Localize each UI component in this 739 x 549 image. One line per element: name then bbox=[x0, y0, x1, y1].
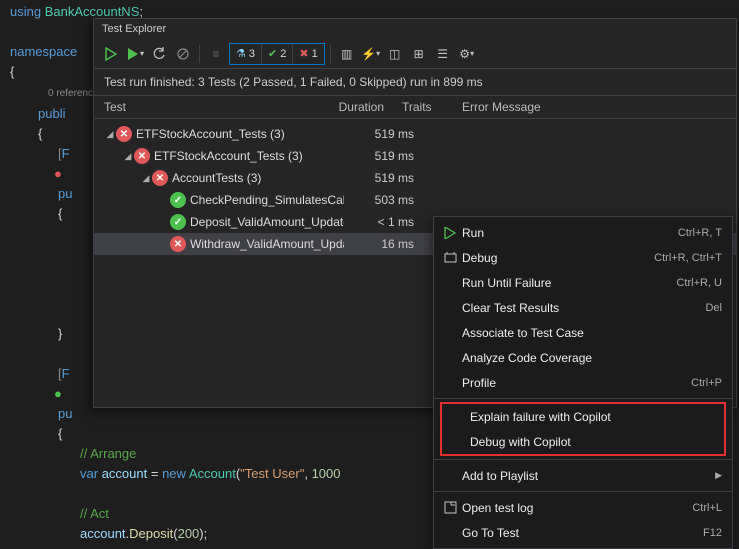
menu-shortcut: Ctrl+P bbox=[691, 377, 722, 389]
layout-icon[interactable]: ◫ bbox=[384, 43, 406, 65]
menu-shortcut: Ctrl+R, U bbox=[676, 277, 722, 289]
menu-shortcut: Ctrl+L bbox=[692, 502, 722, 514]
test-row[interactable]: ◢✕ ETFStockAccount_Tests (3)519 ms bbox=[94, 123, 736, 145]
header-test[interactable]: Test bbox=[104, 100, 314, 114]
menu-profile[interactable]: ProfileCtrl+P bbox=[434, 370, 732, 395]
test-name: AccountTests (3) bbox=[172, 171, 344, 185]
test-name: CheckPending_SimulatesCalcul… bbox=[190, 193, 344, 207]
menu-explain-failure-with-copilot[interactable]: Explain failure with Copilot bbox=[442, 404, 724, 429]
menu-label: Associate to Test Case bbox=[462, 326, 722, 340]
menu-label: Add to Playlist bbox=[462, 469, 715, 483]
menu-label: Profile bbox=[462, 376, 691, 390]
summary-pills: ⚗3 ✔2 ✖1 bbox=[229, 43, 325, 65]
filter-button[interactable]: ≡ bbox=[205, 43, 227, 65]
test-row[interactable]: ✓ CheckPending_SimulatesCalcul…503 ms bbox=[94, 189, 736, 211]
test-name: ETFStockAccount_Tests (3) bbox=[154, 149, 344, 163]
menu-label: Explain failure with Copilot bbox=[470, 410, 714, 424]
test-duration: 519 ms bbox=[344, 149, 414, 163]
debug-icon bbox=[438, 251, 462, 264]
run-all-button[interactable] bbox=[100, 43, 122, 65]
fail-icon: ✕ bbox=[152, 170, 168, 186]
pass-icon: ✓ bbox=[170, 192, 186, 208]
repeat-button[interactable] bbox=[148, 43, 170, 65]
test-name: ETFStockAccount_Tests (3) bbox=[136, 127, 344, 141]
context-menu: RunCtrl+R, TDebugCtrl+R, Ctrl+TRun Until… bbox=[433, 216, 733, 549]
run-button[interactable]: ▾ bbox=[124, 43, 146, 65]
submenu-icon: ▶ bbox=[715, 470, 722, 481]
fail-icon: ✕ bbox=[134, 148, 150, 164]
menu-label: Debug with Copilot bbox=[470, 435, 714, 449]
header-error[interactable]: Error Message bbox=[462, 100, 726, 114]
menu-shortcut: F12 bbox=[703, 527, 722, 539]
menu-label: Clear Test Results bbox=[462, 301, 705, 315]
menu-shortcut: Ctrl+R, T bbox=[678, 227, 722, 239]
menu-debug-with-copilot[interactable]: Debug with Copilot bbox=[442, 429, 724, 454]
menu-run[interactable]: RunCtrl+R, T bbox=[434, 220, 732, 245]
test-duration: 503 ms bbox=[344, 193, 414, 207]
columns-icon[interactable]: ☰ bbox=[432, 43, 454, 65]
pill-passed[interactable]: ✔2 bbox=[261, 44, 292, 64]
test-duration: 16 ms bbox=[344, 237, 414, 251]
menu-label: Open test log bbox=[462, 501, 692, 515]
test-name: Deposit_ValidAmount_Updates… bbox=[190, 215, 344, 229]
test-row[interactable]: ◢✕ ETFStockAccount_Tests (3)519 ms bbox=[94, 145, 736, 167]
menu-clear-test-results[interactable]: Clear Test ResultsDel bbox=[434, 295, 732, 320]
menu-run-until-failure[interactable]: Run Until FailureCtrl+R, U bbox=[434, 270, 732, 295]
expand-icon[interactable]: ◢ bbox=[122, 151, 134, 162]
header-duration[interactable]: Duration bbox=[314, 100, 384, 114]
menu-open-test-log[interactable]: Open test logCtrl+L bbox=[434, 495, 732, 520]
fail-icon: ✕ bbox=[116, 126, 132, 142]
test-duration: 519 ms bbox=[344, 171, 414, 185]
expand-icon[interactable]: ◢ bbox=[104, 129, 116, 140]
lightning-icon[interactable]: ⚡▾ bbox=[360, 43, 382, 65]
menu-go-to-test[interactable]: Go To TestF12 bbox=[434, 520, 732, 545]
panel-title: Test Explorer bbox=[94, 19, 736, 39]
playlist-icon[interactable]: ▥ bbox=[336, 43, 358, 65]
pill-failed[interactable]: ✖1 bbox=[292, 44, 323, 64]
expand-icon[interactable]: ◢ bbox=[140, 173, 152, 184]
header-traits[interactable]: Traits bbox=[402, 100, 462, 114]
status-line: Test run finished: 3 Tests (2 Passed, 1 … bbox=[94, 69, 736, 96]
toolbar: ▾ ≡ ⚗3 ✔2 ✖1 ▥ ⚡▾ ◫ ⊞ ☰ ⚙▾ bbox=[94, 39, 736, 69]
menu-debug[interactable]: DebugCtrl+R, Ctrl+T bbox=[434, 245, 732, 270]
menu-add-to-playlist[interactable]: Add to Playlist▶ bbox=[434, 463, 732, 488]
menu-label: Go To Test bbox=[462, 526, 703, 540]
menu-shortcut: Del bbox=[705, 302, 722, 314]
fail-icon: ✕ bbox=[170, 236, 186, 252]
menu-associate-to-test-case[interactable]: Associate to Test Case bbox=[434, 320, 732, 345]
openlog-icon bbox=[438, 501, 462, 514]
play-icon bbox=[438, 227, 462, 239]
pass-icon: ✓ bbox=[170, 214, 186, 230]
test-name: Withdraw_ValidAmount_Update… bbox=[190, 237, 344, 251]
copilot-highlight: Explain failure with Copilot Debug with C… bbox=[440, 402, 726, 456]
menu-label: Run Until Failure bbox=[462, 276, 676, 290]
test-row[interactable]: ◢✕ AccountTests (3)519 ms bbox=[94, 167, 736, 189]
menu-label: Run bbox=[462, 226, 678, 240]
menu-shortcut: Ctrl+R, Ctrl+T bbox=[654, 252, 722, 264]
menu-label: Debug bbox=[462, 251, 654, 265]
settings-icon[interactable]: ⚙▾ bbox=[456, 43, 478, 65]
stop-button[interactable] bbox=[172, 43, 194, 65]
menu-analyze-code-coverage[interactable]: Analyze Code Coverage bbox=[434, 345, 732, 370]
pill-total[interactable]: ⚗3 bbox=[230, 44, 261, 64]
column-headers: Test Duration Traits Error Message bbox=[94, 96, 736, 119]
group-icon[interactable]: ⊞ bbox=[408, 43, 430, 65]
menu-label: Analyze Code Coverage bbox=[462, 351, 722, 365]
test-duration: 519 ms bbox=[344, 127, 414, 141]
test-duration: < 1 ms bbox=[344, 215, 414, 229]
